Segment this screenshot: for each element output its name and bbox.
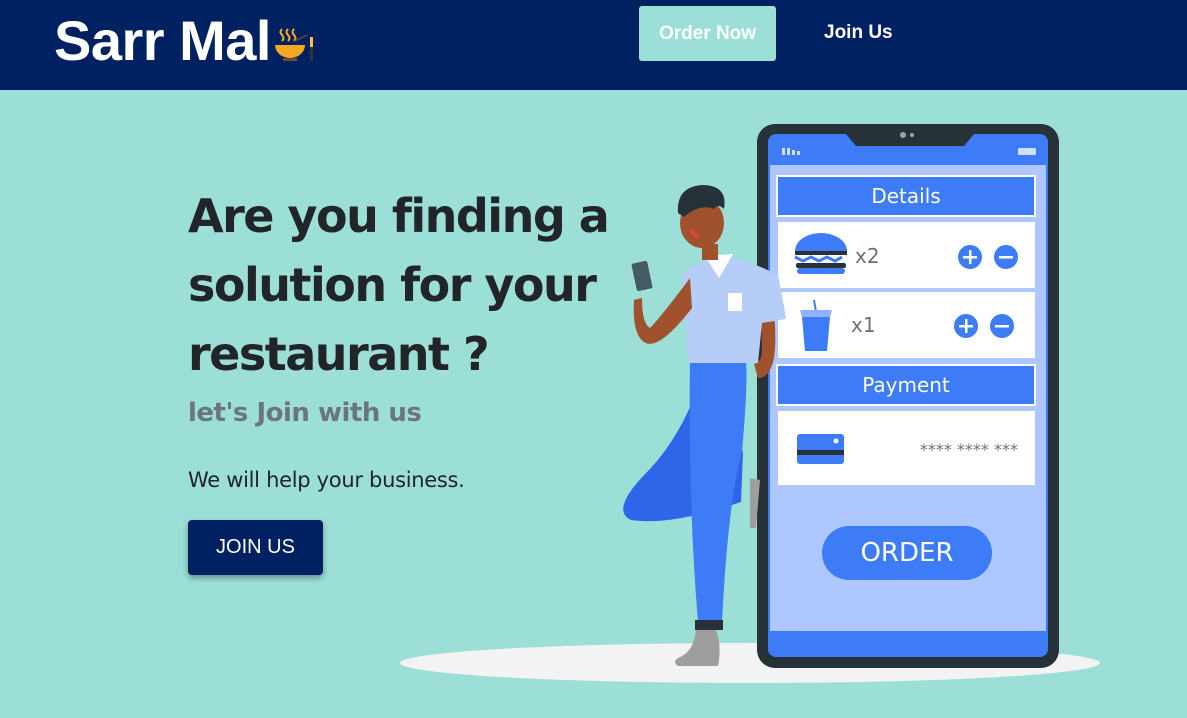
- order-button[interactable]: ORDER: [822, 526, 992, 580]
- illustration-svg: Details x2 x1 Payment **** **** *** ORDE…: [400, 124, 1100, 683]
- brand[interactable]: Sarr Mal: [54, 10, 315, 72]
- plus-button[interactable]: [958, 245, 982, 269]
- order-now-button[interactable]: Order Now: [639, 6, 776, 61]
- join-us-link[interactable]: Join Us: [824, 20, 893, 46]
- payment-label: Payment: [862, 373, 950, 397]
- item-qty: x1: [851, 313, 876, 337]
- plus-button[interactable]: [954, 314, 978, 338]
- burger-icon: [794, 233, 847, 274]
- brand-name: Sarr Mal: [54, 9, 272, 72]
- item-qty: x2: [855, 244, 880, 268]
- card-number: **** **** ***: [920, 440, 1018, 459]
- minus-button[interactable]: [990, 314, 1014, 338]
- order-button-label: ORDER: [860, 538, 953, 568]
- details-label: Details: [871, 184, 940, 208]
- minus-button[interactable]: [994, 245, 1018, 269]
- credit-card-icon: [797, 434, 844, 464]
- join-us-button[interactable]: JOIN US: [188, 520, 323, 575]
- food-bowl-icon: [275, 28, 313, 61]
- hero-subheading: let's Join with us: [188, 398, 422, 428]
- navbar: Sarr Mal Order Now Join Us: [0, 0, 1187, 90]
- hero-illustration: Details x2 x1 Payment **** **** *** ORDE…: [400, 118, 1110, 690]
